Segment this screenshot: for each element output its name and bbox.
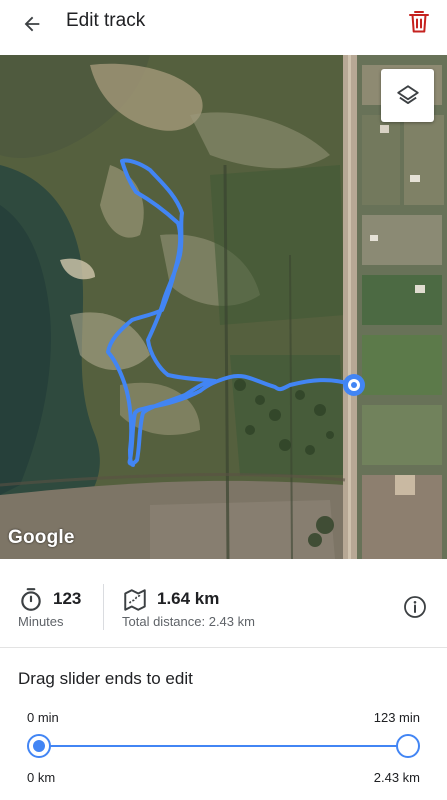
stopwatch-icon — [21, 588, 41, 611]
trim-editor: Drag slider ends to edit 0 min 123 min 0… — [0, 648, 447, 800]
map-layers-button[interactable] — [381, 69, 434, 122]
google-attribution: Google — [8, 527, 75, 548]
track-route — [106, 158, 365, 467]
duration-value: 123 — [53, 589, 82, 608]
slider-end-handle[interactable] — [396, 734, 420, 758]
info-icon[interactable] — [403, 595, 427, 619]
start-distance-label: 0 km — [27, 770, 56, 785]
end-distance-label: 2.43 km — [373, 770, 420, 785]
distance-value: 1.64 km — [157, 589, 220, 608]
layers-icon — [396, 84, 419, 104]
slider-start-handle[interactable] — [27, 734, 51, 758]
map-route-icon — [124, 589, 146, 611]
start-time-label: 0 min — [27, 710, 59, 725]
delete-button[interactable] — [399, 4, 439, 40]
page-title: Edit track — [66, 10, 146, 31]
arrow-back-icon — [24, 16, 40, 32]
map-view[interactable]: Google — [0, 55, 447, 559]
end-time-label: 123 min — [373, 710, 420, 725]
back-button[interactable] — [14, 6, 50, 42]
track-stats: 123 Minutes 1.64 km Total distance: 2.43… — [0, 559, 447, 648]
trim-range-slider[interactable] — [27, 734, 420, 758]
app-bar: Edit track — [0, 0, 447, 55]
stats-divider — [103, 584, 104, 630]
trim-instructions: Drag slider ends to edit — [18, 669, 193, 688]
trash-icon — [409, 11, 429, 33]
slider-track[interactable] — [39, 745, 408, 747]
distance-label: Total distance: 2.43 km — [122, 614, 255, 629]
duration-label: Minutes — [18, 614, 64, 629]
